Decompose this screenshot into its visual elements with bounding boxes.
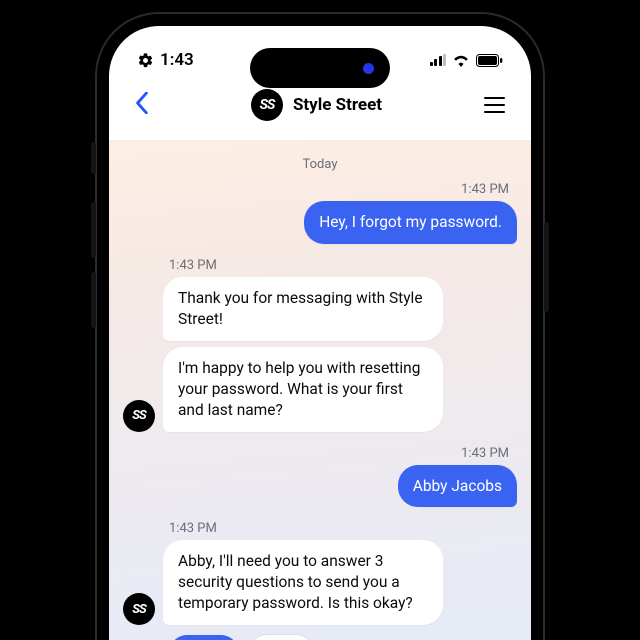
user-message-bubble: Hey, I forgot my password. (304, 201, 517, 244)
chat-header: SS Style Street (109, 80, 531, 141)
agent-message-bubble: Abby, I'll need you to answer 3 security… (163, 540, 443, 625)
message-timestamp: 1:43 PM (127, 446, 509, 461)
status-left: 1:43 (137, 50, 194, 70)
agent-message-group: SS Abby, I'll need you to answer 3 secur… (123, 540, 517, 631)
agent-message-group: SS Thank you for messaging with Style St… (123, 277, 517, 438)
volume-up-button (91, 202, 96, 258)
quick-reply-no[interactable]: No (249, 635, 313, 640)
menu-icon (484, 97, 505, 99)
back-button[interactable] (129, 86, 155, 124)
message-timestamp: 1:43 PM (169, 521, 513, 536)
battery-icon (476, 54, 503, 67)
power-button (544, 222, 549, 312)
day-label: Today (123, 157, 517, 172)
message-timestamp: 1:43 PM (169, 258, 513, 273)
status-time: 1:43 (160, 50, 194, 70)
volume-down-button (91, 272, 96, 328)
header-title: SS Style Street (251, 89, 382, 121)
brand-name: Style Street (293, 95, 382, 115)
status-right (430, 54, 504, 67)
message-row: Hey, I forgot my password. (123, 201, 517, 250)
screen: 1:43 SS Style Street (109, 26, 531, 640)
user-message-bubble: Abby Jacobs (398, 465, 517, 508)
wifi-icon (452, 54, 470, 67)
agent-message-bubble: Thank you for messaging with Style Stree… (163, 277, 443, 341)
chevron-left-icon (135, 92, 149, 114)
dynamic-island (250, 48, 390, 88)
quick-reply-yes[interactable]: Yes (169, 635, 239, 640)
brand-avatar: SS (251, 89, 283, 121)
cellular-signal-icon (430, 54, 447, 66)
camera-indicator-icon (363, 63, 374, 74)
agent-message-bubble: I'm happy to help you with resetting you… (163, 347, 443, 432)
message-timestamp: 1:43 PM (127, 182, 509, 197)
quick-replies: Yes No (169, 635, 517, 640)
chat-area[interactable]: Today 1:43 PM Hey, I forgot my password.… (109, 141, 531, 640)
message-row: Abby Jacobs (123, 465, 517, 514)
phone-frame: 1:43 SS Style Street (95, 12, 545, 640)
agent-avatar: SS (123, 400, 155, 432)
mute-switch (91, 142, 96, 174)
gear-icon (137, 52, 154, 69)
agent-avatar: SS (123, 593, 155, 625)
menu-button[interactable] (478, 91, 511, 120)
